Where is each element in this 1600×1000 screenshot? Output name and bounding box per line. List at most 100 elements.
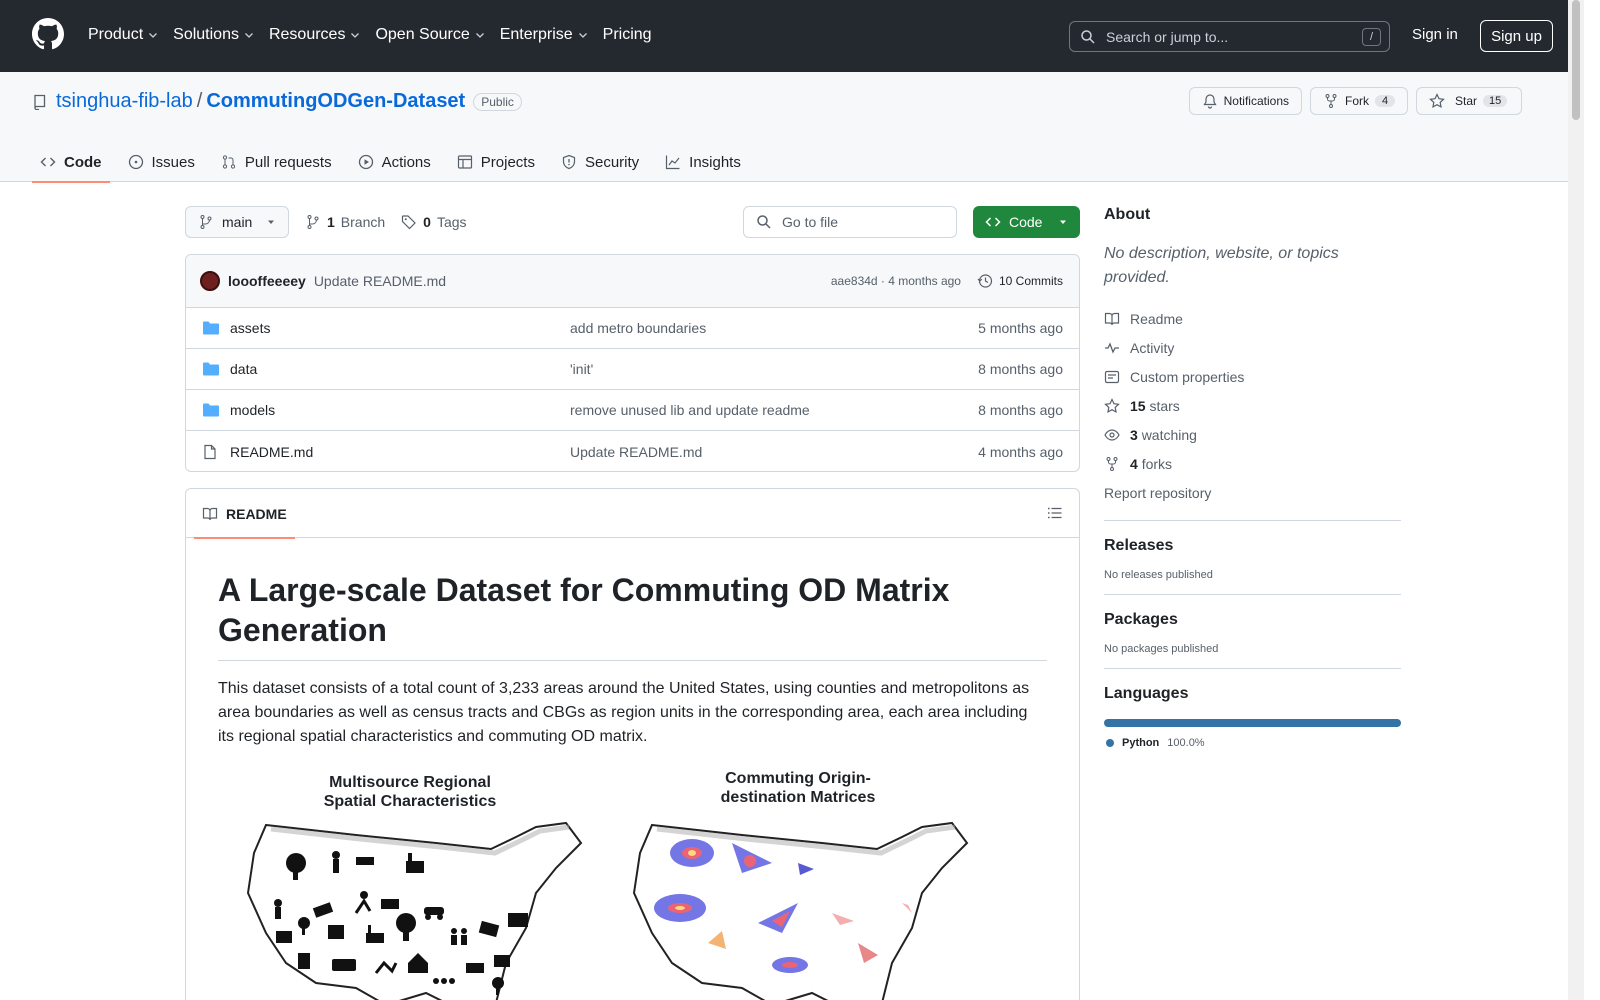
file-row-readme[interactable]: README.md Update README.md 4 months ago xyxy=(186,431,1079,471)
readme-tab[interactable]: README xyxy=(194,489,295,539)
sign-up-button[interactable]: Sign up xyxy=(1480,20,1553,52)
language-bar xyxy=(1104,719,1401,727)
language-item-python[interactable]: Python 100.0% xyxy=(1104,737,1401,749)
page-scrollbar[interactable] xyxy=(1568,0,1584,1000)
fork-label: Fork xyxy=(1345,94,1369,108)
stars-link[interactable]: 15 stars xyxy=(1104,391,1401,420)
sidebar-divider xyxy=(1104,594,1401,595)
nav-product-label: Product xyxy=(88,26,144,43)
releases-heading[interactable]: Releases xyxy=(1104,537,1401,555)
code-icon xyxy=(40,157,56,167)
us-map-od-matrices-image xyxy=(632,821,969,1000)
tab-issues[interactable]: Issues xyxy=(120,142,203,182)
branch-icon xyxy=(200,215,212,229)
branch-count: 1 xyxy=(327,214,335,230)
go-to-file-input[interactable]: Go to file xyxy=(743,206,957,238)
nav-product[interactable]: Product xyxy=(88,22,159,48)
file-name[interactable]: assets xyxy=(230,320,570,336)
file-commit-message[interactable]: add metro boundaries xyxy=(570,320,978,336)
fork-button[interactable]: Fork 4 xyxy=(1310,87,1408,115)
commit-author-link[interactable]: loooffeeeey xyxy=(228,273,306,289)
file-commit-time: 4 months ago xyxy=(978,443,1063,460)
nav-enterprise-label: Enterprise xyxy=(499,26,573,43)
chevron-down-icon xyxy=(245,33,253,38)
commits-history-link[interactable]: 10 Commits xyxy=(977,273,1063,289)
folder-icon xyxy=(202,320,222,336)
activity-link[interactable]: Activity xyxy=(1104,333,1401,362)
folder-icon xyxy=(202,402,222,418)
sidebar-divider xyxy=(1104,668,1401,669)
sidebar-divider xyxy=(1104,520,1401,521)
top-nav: Product Solutions Resources Open Source … xyxy=(88,22,666,48)
branch-select-button[interactable]: main xyxy=(185,206,289,238)
nav-pricing[interactable]: Pricing xyxy=(603,22,652,48)
branches-link[interactable]: 1 Branch xyxy=(305,214,385,230)
github-logo-icon[interactable] xyxy=(32,18,64,50)
code-dropdown-button[interactable]: Code xyxy=(973,206,1080,238)
about-item-label: Readme xyxy=(1130,310,1183,327)
tab-issues-label: Issues xyxy=(151,153,195,171)
nav-enterprise[interactable]: Enterprise xyxy=(500,22,589,48)
file-name[interactable]: data xyxy=(230,361,570,377)
tab-projects[interactable]: Projects xyxy=(449,142,543,182)
tab-security[interactable]: Security xyxy=(553,142,647,182)
sign-in-link[interactable]: Sign in xyxy=(1412,26,1458,43)
issue-icon xyxy=(128,154,143,170)
commit-hash-time[interactable]: aae834d · 4 months ago xyxy=(831,274,961,288)
chevron-down-icon xyxy=(475,33,484,38)
avatar[interactable] xyxy=(200,271,220,291)
scrollbar-thumb[interactable] xyxy=(1572,0,1580,120)
nav-open-source[interactable]: Open Source xyxy=(375,22,485,48)
file-commit-message[interactable]: Update README.md xyxy=(570,444,978,460)
readme-paragraph: This dataset consists of a total count o… xyxy=(218,680,1030,745)
readme-body: A Large-scale Dataset for Commuting OD M… xyxy=(186,538,1079,1000)
about-item-label: watching xyxy=(1141,426,1197,443)
tags-link[interactable]: 0 Tags xyxy=(401,214,467,230)
notifications-button[interactable]: Notifications xyxy=(1188,87,1302,115)
figure-left-title-line2: Spatial Characteristics xyxy=(323,793,497,810)
tab-insights-label: Insights xyxy=(689,153,741,171)
pull-request-icon xyxy=(222,155,235,169)
nav-pricing-label: Pricing xyxy=(602,26,652,43)
caret-down-icon xyxy=(268,220,274,224)
file-commit-time: 8 months ago xyxy=(978,361,1063,377)
about-list: Readme Activity Custom properties 15 sta… xyxy=(1104,304,1401,507)
repo-name-link[interactable]: CommutingODGen-Dataset xyxy=(206,90,465,113)
tab-code[interactable]: Code xyxy=(32,142,110,183)
go-to-file-placeholder: Go to file xyxy=(782,214,839,230)
file-row-assets[interactable]: assets add metro boundaries 5 months ago xyxy=(186,308,1079,349)
tab-pull-requests[interactable]: Pull requests xyxy=(213,142,340,182)
readme-link[interactable]: Readme xyxy=(1104,304,1401,333)
file-commit-message[interactable]: 'init' xyxy=(570,361,978,377)
repo-owner-link[interactable]: tsinghua-fib-lab xyxy=(56,90,193,113)
tab-insights[interactable]: Insights xyxy=(657,142,749,182)
nav-solutions[interactable]: Solutions xyxy=(173,22,255,48)
figure-left-caption: Multisource Regional Spatial Characteris… xyxy=(290,773,530,811)
search-input[interactable]: Search or jump to... / xyxy=(1069,21,1390,52)
report-repository-link[interactable]: Report repository xyxy=(1104,478,1401,507)
about-item-count: 4 xyxy=(1130,455,1138,472)
file-row-models[interactable]: models remove unused lib and update read… xyxy=(186,390,1079,431)
custom-properties-link[interactable]: Custom properties xyxy=(1104,362,1401,391)
file-name[interactable]: README.md xyxy=(230,444,570,460)
file-icon xyxy=(202,444,222,460)
file-commit-message[interactable]: remove unused lib and update readme xyxy=(570,402,978,418)
search-placeholder: Search or jump to... xyxy=(1106,28,1229,45)
branch-row: main 1 Branch 0 Tags xyxy=(185,206,467,238)
outline-list-icon[interactable] xyxy=(1047,505,1063,521)
file-commit-time: 8 months ago xyxy=(978,402,1063,418)
watching-link[interactable]: 3 watching xyxy=(1104,420,1401,449)
fork-count: 4 xyxy=(1375,95,1395,107)
forks-link[interactable]: 4 forks xyxy=(1104,449,1401,478)
commit-message-link[interactable]: Update README.md xyxy=(314,273,446,289)
file-row-data[interactable]: data 'init' 8 months ago xyxy=(186,349,1079,390)
nav-resources[interactable]: Resources xyxy=(269,22,361,48)
book-icon xyxy=(1104,312,1120,325)
about-item-count: 3 xyxy=(1130,426,1138,443)
repo-tabs: Code Issues Pull requests Actions Projec… xyxy=(32,142,759,183)
file-name[interactable]: models xyxy=(230,402,570,418)
star-button[interactable]: Star 15 xyxy=(1416,87,1522,115)
repo-separator: / xyxy=(196,90,203,112)
packages-heading[interactable]: Packages xyxy=(1104,611,1401,629)
tab-actions[interactable]: Actions xyxy=(350,142,439,182)
